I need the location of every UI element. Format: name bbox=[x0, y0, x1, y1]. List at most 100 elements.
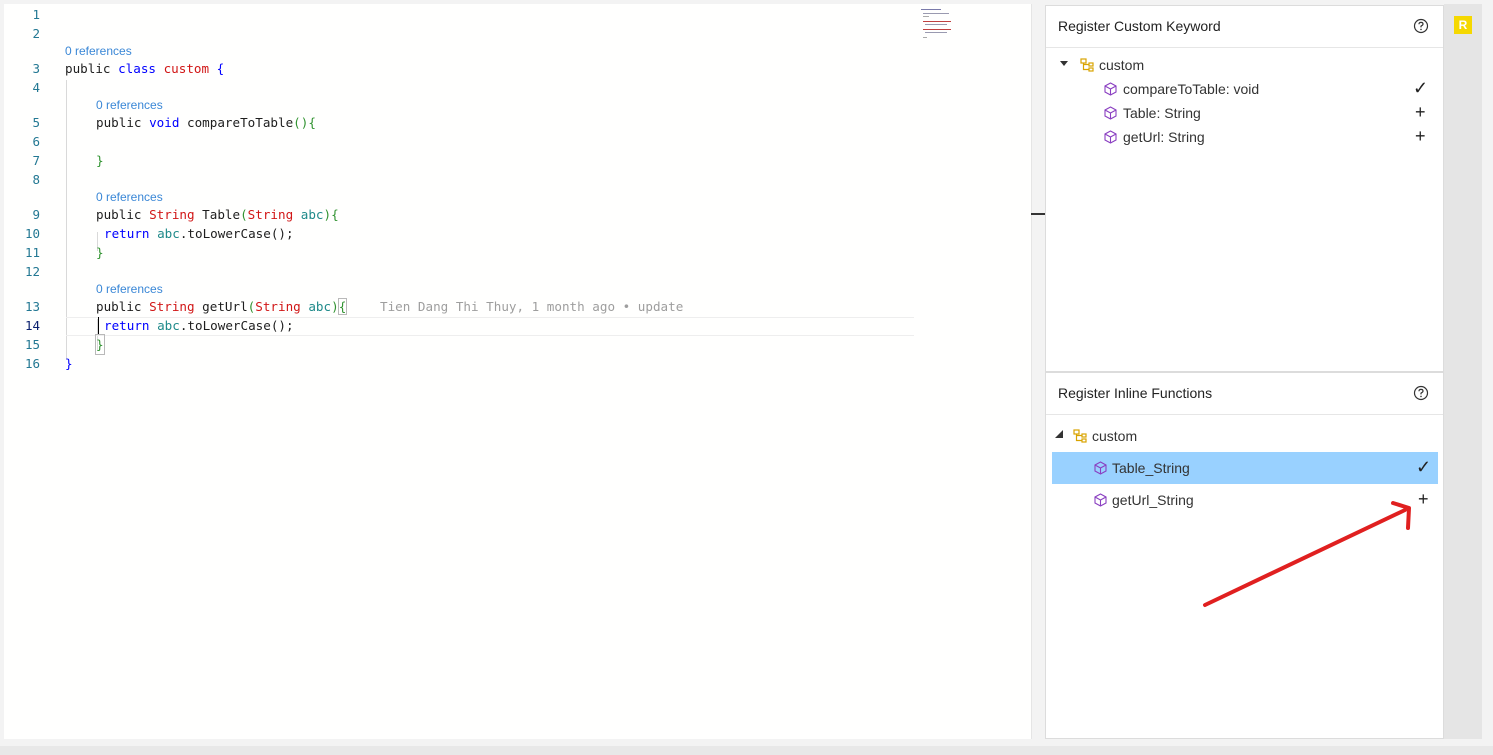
token-brace: } bbox=[96, 245, 104, 260]
token-type: String bbox=[255, 299, 301, 314]
code-line[interactable]: 7 } bbox=[4, 151, 1031, 170]
token-brace: { bbox=[209, 61, 225, 76]
token-method-name: Table bbox=[194, 207, 241, 222]
token-brace-matched: } bbox=[95, 334, 105, 355]
registered-check-icon[interactable]: ✓ bbox=[1416, 458, 1431, 476]
panel-title: Register Custom Keyword bbox=[1058, 18, 1221, 34]
help-icon[interactable] bbox=[1413, 18, 1429, 34]
line-number: 3 bbox=[32, 61, 40, 76]
code-line[interactable]: 2 bbox=[4, 24, 1031, 43]
line-number: 2 bbox=[32, 26, 40, 41]
token-brace: ( bbox=[240, 207, 248, 222]
add-inline-function-button[interactable]: + bbox=[1418, 490, 1429, 508]
line-number: 7 bbox=[32, 153, 40, 168]
code-line[interactable]: 15 } bbox=[4, 334, 1031, 355]
line-number: 13 bbox=[24, 299, 40, 314]
line-number: 5 bbox=[32, 115, 40, 130]
panel-header: Register Inline Functions bbox=[1046, 373, 1443, 415]
bottom-scroll-bar[interactable] bbox=[0, 746, 1493, 755]
code-line[interactable]: 14 return abc.toLowerCase(); bbox=[4, 316, 1031, 335]
add-keyword-button[interactable]: + bbox=[1415, 127, 1426, 145]
code-text: return abc.toLowerCase(); bbox=[104, 224, 294, 243]
token-method-name: compareToTable bbox=[187, 115, 294, 130]
tree-item-geturl-string[interactable]: getUrl_String + bbox=[1046, 488, 1443, 512]
token-param: abc bbox=[157, 318, 180, 333]
token-brace: (){ bbox=[293, 115, 316, 130]
code-line[interactable]: 5 public void compareToTable(){ bbox=[4, 113, 1031, 132]
triangle-expanded-icon[interactable] bbox=[1055, 430, 1063, 438]
token-param: abc bbox=[293, 207, 324, 222]
line-number: 1 bbox=[32, 7, 40, 22]
tree-item-table[interactable]: Table: String + bbox=[1046, 101, 1443, 125]
token-brace: ){ bbox=[323, 207, 339, 222]
class-icon bbox=[1080, 58, 1094, 72]
code-text: public class custom { bbox=[65, 59, 224, 78]
method-cube-icon bbox=[1094, 461, 1107, 475]
line-number: 14 bbox=[24, 318, 40, 333]
tree-item-label: getUrl: String bbox=[1123, 129, 1205, 145]
token-keyword: return bbox=[104, 226, 158, 241]
token-keyword: void bbox=[149, 115, 187, 130]
line-number: 15 bbox=[24, 337, 40, 352]
token-brace: ) bbox=[331, 299, 339, 314]
help-icon[interactable] bbox=[1413, 385, 1429, 401]
code-line[interactable]: 13 public String getUrl(String abc){ Tie… bbox=[4, 297, 1031, 316]
line-number: 10 bbox=[24, 226, 40, 241]
code-line[interactable]: 1 bbox=[4, 5, 1031, 24]
token-class-name: custom bbox=[163, 61, 210, 76]
code-line[interactable]: 6 bbox=[4, 132, 1031, 151]
token-keyword: class bbox=[118, 61, 164, 76]
token-brace-matched: { bbox=[337, 298, 348, 315]
code-line[interactable]: 12 bbox=[4, 262, 1031, 281]
line-number: 9 bbox=[32, 207, 40, 222]
tree-item-label: Table_String bbox=[1112, 460, 1190, 476]
method-cube-icon bbox=[1094, 493, 1107, 507]
token-keyword: public bbox=[96, 207, 150, 222]
code-line[interactable]: 10 return abc.toLowerCase(); bbox=[4, 224, 1031, 243]
line-number: 11 bbox=[24, 245, 40, 260]
panel-header: Register Custom Keyword bbox=[1046, 6, 1443, 48]
token-type: String bbox=[149, 299, 195, 314]
code-text: public void compareToTable(){ bbox=[96, 113, 316, 132]
tree-item-table-string[interactable]: Table_String ✓ bbox=[1052, 452, 1438, 484]
token-keyword: public bbox=[96, 115, 150, 130]
method-cube-icon bbox=[1104, 130, 1117, 144]
token-keyword: public bbox=[96, 299, 150, 314]
code-editor[interactable]: 1 2 0 references 3 public class custom {… bbox=[4, 4, 1032, 739]
token-brace: } bbox=[96, 153, 104, 168]
method-cube-icon bbox=[1104, 106, 1117, 120]
code-text: public String Table(String abc){ bbox=[96, 205, 339, 224]
token-call: .toLowerCase(); bbox=[179, 318, 294, 333]
registered-check-icon[interactable]: ✓ bbox=[1413, 79, 1428, 97]
register-inline-functions-panel: Register Inline Functions custom Table_S… bbox=[1045, 372, 1444, 739]
tree-item-label: Table: String bbox=[1123, 105, 1201, 121]
panel-title: Register Inline Functions bbox=[1058, 385, 1213, 401]
code-line[interactable]: 16 } bbox=[4, 354, 1031, 373]
tree-item-label: getUrl_String bbox=[1112, 492, 1194, 508]
chevron-down-icon[interactable] bbox=[1060, 61, 1068, 67]
token-method-name: getUrl bbox=[194, 299, 248, 314]
add-keyword-button[interactable]: + bbox=[1415, 103, 1426, 121]
tree-item-compareToTable[interactable]: compareToTable: void ✓ bbox=[1046, 77, 1443, 101]
tree-node-custom[interactable]: custom bbox=[1046, 53, 1443, 77]
code-line[interactable]: 11 } bbox=[4, 243, 1031, 262]
token-type: String bbox=[149, 207, 195, 222]
tree-node-custom[interactable]: custom bbox=[1046, 424, 1443, 448]
code-line[interactable]: 3 public class custom { bbox=[4, 59, 1031, 78]
code-line[interactable]: 4 bbox=[4, 78, 1031, 97]
tree-item-getUrl[interactable]: getUrl: String + bbox=[1046, 125, 1443, 149]
code-text: return abc.toLowerCase(); bbox=[104, 316, 294, 335]
code-line[interactable]: 8 bbox=[4, 170, 1031, 189]
token-brace: } bbox=[65, 356, 73, 371]
code-line[interactable]: 9 public String Table(String abc){ bbox=[4, 205, 1031, 224]
line-number: 6 bbox=[32, 134, 40, 149]
right-activity-strip bbox=[1444, 4, 1482, 739]
token-param: abc bbox=[300, 299, 332, 314]
line-number: 12 bbox=[24, 264, 40, 279]
token-keyword: public bbox=[65, 61, 119, 76]
panel-splitter[interactable] bbox=[1031, 213, 1045, 215]
token-param: abc bbox=[157, 226, 180, 241]
class-icon bbox=[1073, 429, 1087, 443]
token-call: .toLowerCase(); bbox=[179, 226, 294, 241]
extension-badge-icon[interactable]: R bbox=[1454, 16, 1472, 34]
